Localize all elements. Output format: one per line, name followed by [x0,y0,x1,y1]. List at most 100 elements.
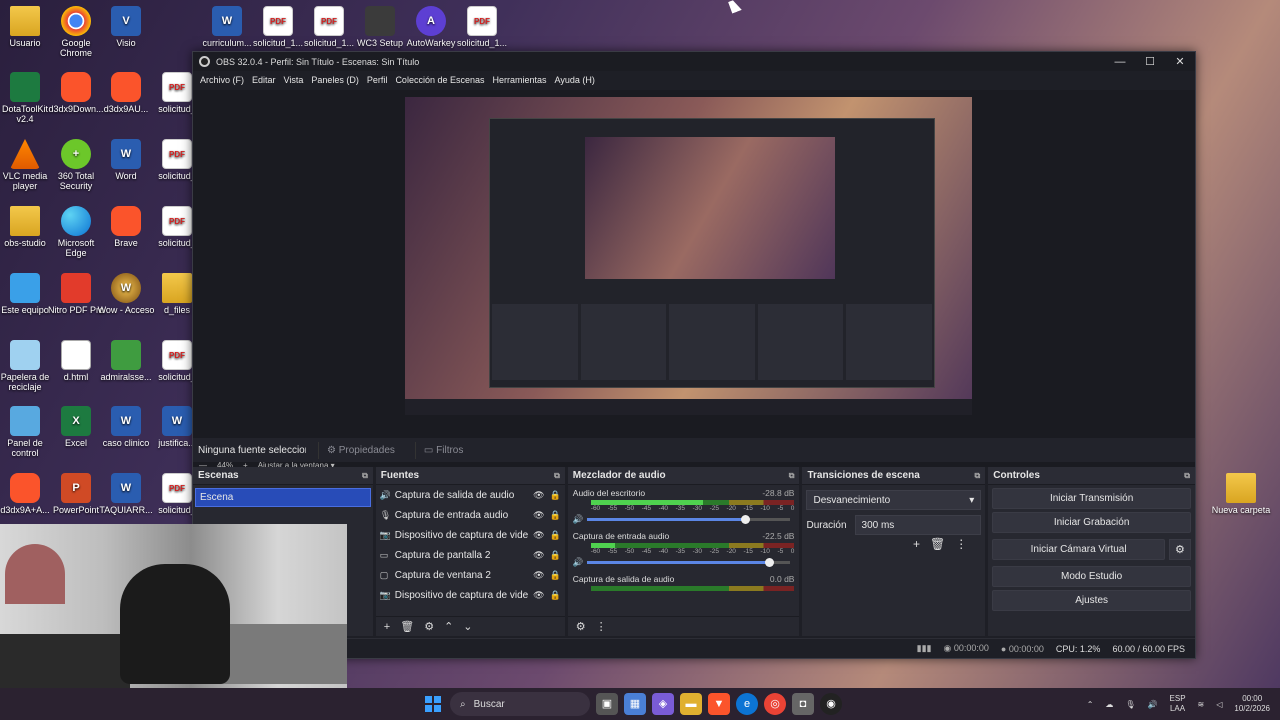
undock-icon[interactable]: ⧉ [975,471,981,481]
undock-icon[interactable]: ⧉ [362,471,368,481]
trash-icon[interactable]: 🗑 [930,537,945,551]
undock-icon[interactable]: ⧉ [789,471,795,481]
gear-icon[interactable]: ⚙ [424,620,434,633]
lock-icon[interactable]: 🔒 [550,550,561,561]
file-explorer-icon[interactable]: ▬ [680,693,702,715]
menu-herramientas[interactable]: Herramientas [489,75,551,85]
studio-mode-button[interactable]: Modo Estudio [992,566,1191,587]
microphone-icon[interactable]: 🎙 [1125,700,1135,709]
visibility-eye-icon[interactable]: 👁 [533,590,544,601]
filters-button[interactable]: ▭ Filtros [414,441,471,459]
desktop-icon[interactable]: V Visio [96,6,156,49]
gear-icon[interactable]: ⚙ [576,620,586,633]
minimize-button[interactable]: — [1105,56,1135,68]
nested-docks [490,302,934,382]
menu-archivo[interactable]: Archivo (F) [196,75,248,85]
source-toolbar: Ninguna fuente seleccionada ⚙ Propiedade… [193,438,1195,462]
menu-paneles[interactable]: Paneles (D) [307,75,363,85]
preview-canvas[interactable] [405,97,972,415]
move-down-icon[interactable]: ⌄ [463,620,472,633]
speaker-icon[interactable]: 🔊 [1148,700,1158,709]
lock-icon[interactable]: 🔒 [550,590,561,601]
preview-area[interactable]: — 44% + Ajustar a la ventana ▾ [193,90,1195,470]
move-up-icon[interactable]: ⌃ [444,620,453,633]
properties-button[interactable]: ⚙ Propiedades [318,441,403,459]
html-file-icon [61,340,91,370]
chrome-icon[interactable]: ◎ [764,693,786,715]
clock[interactable]: 00:00 10/2/2026 [1234,694,1270,713]
source-item[interactable]: 🔊 Captura de salida de audio 👁 🔒 [376,485,565,505]
fps-counter: 60.00 / 60.00 FPS [1112,643,1185,654]
source-item[interactable]: 📷 Dispositivo de captura de vide 👁 🔒 [376,585,565,605]
settings-button[interactable]: Ajustes [992,590,1191,611]
wc3-icon [365,6,395,36]
undock-icon[interactable]: ⧉ [1184,471,1190,481]
task-view-icon[interactable]: ▣ [596,693,618,715]
lock-icon[interactable]: 🔒 [550,510,561,521]
visibility-eye-icon[interactable]: 👁 [533,550,544,561]
menu-vista[interactable]: Vista [280,75,308,85]
camera-app-icon[interactable]: ◘ [792,693,814,715]
scene-item[interactable]: Escena [195,488,371,507]
edge-icon[interactable]: e [736,693,758,715]
visibility-eye-icon[interactable]: 👁 [533,530,544,541]
chevron-up-icon[interactable]: ⌃ [1087,700,1094,709]
more-options-icon[interactable]: ⋮ [596,620,607,633]
more-options-icon[interactable]: ⋮ [955,537,967,551]
word-doc-icon: W [212,6,242,36]
lock-icon[interactable]: 🔒 [550,530,561,541]
dock-header: Transiciones de escena ⧉ [802,467,986,485]
source-item[interactable]: ▭ Captura de pantalla 2 👁 🔒 [376,545,565,565]
trash-icon[interactable]: 🗑 [400,620,414,633]
duration-input[interactable]: 300 ms [854,515,982,535]
language-indicator[interactable]: ESP LAA [1170,694,1186,713]
menu-editar[interactable]: Editar [248,75,280,85]
windows-start-icon[interactable] [422,693,444,715]
recycle-bin-icon [10,340,40,370]
audio-meter [590,543,795,548]
store-icon[interactable]: ▦ [624,693,646,715]
source-item[interactable]: ▢ Captura de ventana 2 👁 🔒 [376,565,565,585]
add-transition-button[interactable]: + [913,537,920,551]
lock-icon[interactable]: 🔒 [550,570,561,581]
menu-perfil[interactable]: Perfil [363,75,392,85]
menu-coleccion-escenas[interactable]: Colección de Escenas [391,75,488,85]
dock-header: Fuentes ⧉ [375,467,565,485]
copilot-icon[interactable]: ◈ [652,693,674,715]
close-button[interactable]: ✕ [1165,55,1195,68]
lock-icon[interactable]: 🔒 [550,490,561,501]
start-virtual-camera-button[interactable]: Iniciar Cámara Virtual [992,539,1165,560]
cloud-icon[interactable]: ☁ [1105,700,1113,709]
visibility-eye-icon[interactable]: 👁 [533,570,544,581]
visibility-eye-icon[interactable]: 👁 [533,490,544,501]
desktop-icon[interactable]: Nueva carpeta [1211,473,1271,516]
volume-icon[interactable]: ◁ [1216,700,1222,709]
no-source-label: Ninguna fuente seleccionada [198,444,306,456]
folder-icon [10,6,40,36]
brave-icon [111,72,141,102]
menu-bar: Archivo (F) Editar Vista Paneles (D) Per… [193,71,1195,89]
desktop-icon[interactable]: PDF solicitud_1... [452,6,512,49]
nitro-icon [61,273,91,303]
speaker-icon[interactable]: 🔊 [573,557,584,568]
transition-select[interactable]: Desvanecimiento ▾ [806,490,982,510]
obs-taskbar-icon[interactable]: ◉ [820,693,842,715]
volume-slider[interactable]: 🔊 [573,514,795,525]
brave-icon[interactable]: ▼ [708,693,730,715]
dock-header: Escenas ⧉ [193,467,373,485]
undock-icon[interactable]: ⧉ [554,471,560,481]
start-streaming-button[interactable]: Iniciar Transmisión [992,488,1191,509]
source-item[interactable]: 🎙 Captura de entrada audio 👁 🔒 [376,505,565,525]
add-source-button[interactable]: + [384,621,390,633]
source-item[interactable]: 📷 Dispositivo de captura de vide 👁 🔒 [376,525,565,545]
taskbar-search[interactable]: ⌕ Buscar [450,692,590,716]
network-icon: ▮▮▮ [916,643,932,653]
maximize-button[interactable]: ☐ [1135,55,1165,68]
wifi-icon[interactable]: ≋ [1198,700,1205,709]
speaker-icon[interactable]: 🔊 [573,514,584,525]
volume-slider[interactable]: 🔊 [573,557,795,568]
gear-icon[interactable]: ⚙ [1168,539,1191,560]
menu-ayuda[interactable]: Ayuda (H) [551,75,599,85]
visibility-eye-icon[interactable]: 👁 [533,510,544,521]
start-recording-button[interactable]: Iniciar Grabación [992,512,1191,533]
